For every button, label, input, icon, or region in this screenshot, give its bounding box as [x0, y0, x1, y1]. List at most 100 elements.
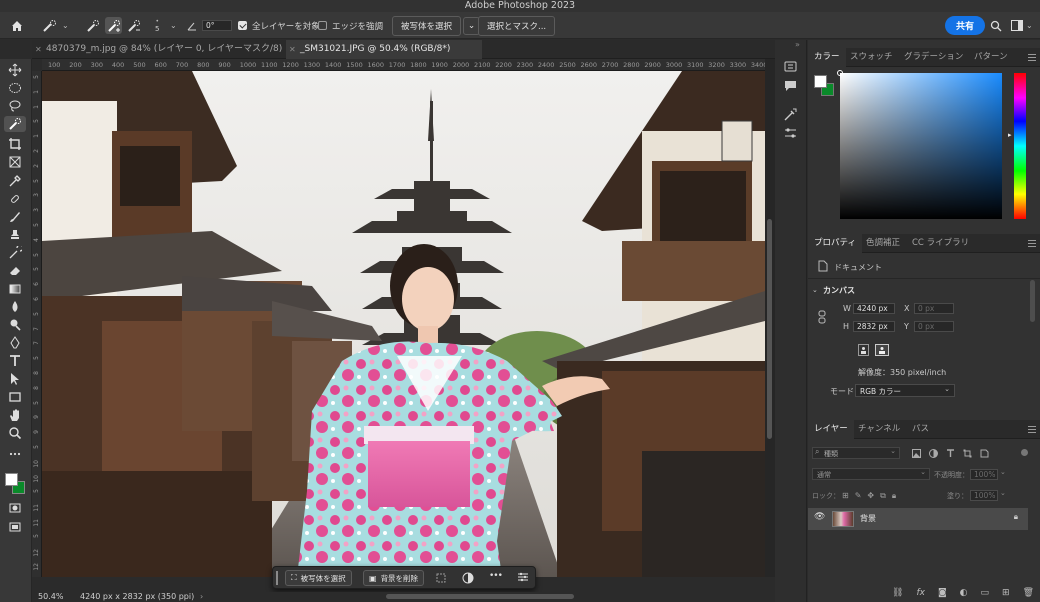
chevron-down-icon[interactable]: ⌄	[1000, 468, 1006, 476]
drag-handle[interactable]	[276, 571, 278, 585]
close-icon[interactable]: ✕	[35, 40, 42, 59]
dodge-tool[interactable]	[4, 317, 26, 333]
workspace-button[interactable]: ⌄	[1011, 12, 1033, 39]
type-filter-icon[interactable]	[946, 449, 955, 458]
eye-icon[interactable]: 👁︎	[814, 512, 825, 522]
tab-channels[interactable]: チャンネル	[858, 420, 900, 439]
type-tool[interactable]	[4, 353, 26, 369]
quick-selection-tool[interactable]	[4, 116, 26, 132]
link-dimensions-icon[interactable]	[818, 310, 826, 327]
color-swatches[interactable]	[4, 472, 28, 496]
ctx-remove-background-button[interactable]: ▣ 背景を削除	[363, 570, 425, 586]
zoom-tool[interactable]	[4, 425, 26, 441]
chevron-down-icon[interactable]: ⌄	[1000, 489, 1006, 497]
clone-stamp-tool[interactable]	[4, 227, 26, 243]
lasso-tool[interactable]	[4, 98, 26, 114]
lock-image-icon[interactable]: ✎	[855, 491, 862, 501]
adjustment-icon[interactable]: ◐	[960, 588, 968, 598]
horizontal-scrollbar-thumb[interactable]	[386, 594, 574, 599]
new-selection-mode[interactable]	[86, 12, 100, 39]
blend-mode-select[interactable]: 通常 ⌄	[812, 468, 930, 480]
brush-size-chevron[interactable]: ⌄	[170, 12, 177, 39]
new-layer-icon[interactable]: ⊞	[1002, 588, 1010, 598]
pen-tool[interactable]	[4, 335, 26, 351]
tab-document-1[interactable]: ✕ 4870379_m.jpg @ 84% (レイヤー 0, レイヤーマスク/8…	[32, 40, 284, 73]
brush-settings-button[interactable]	[784, 108, 797, 124]
lock-all-icon[interactable]: 🔒︎	[892, 491, 896, 501]
ctx-more-button[interactable]: •••	[489, 571, 503, 581]
vertical-scrollbar[interactable]	[765, 59, 775, 577]
brush-size-picker[interactable]: • 5	[155, 12, 159, 39]
angle-input[interactable]: 0°	[202, 20, 232, 31]
enhance-edge-checkbox[interactable]: エッジを強調	[318, 12, 383, 39]
ctx-transform-button[interactable]	[435, 572, 447, 587]
eyedropper-tool[interactable]	[4, 173, 26, 189]
shape-filter-icon[interactable]	[963, 449, 972, 458]
collapse-icon[interactable]: »	[795, 40, 800, 49]
ctx-mask-button[interactable]	[462, 572, 474, 587]
chevron-right-icon[interactable]: ›	[200, 592, 203, 602]
height-input[interactable]: 2832 px	[853, 321, 895, 332]
tab-layers[interactable]: レイヤー	[808, 420, 854, 439]
brush-tool[interactable]	[4, 209, 26, 225]
rectangle-tool[interactable]	[4, 389, 26, 405]
panel-menu-icon[interactable]	[1028, 240, 1036, 247]
foreground-color[interactable]	[5, 473, 18, 486]
ctx-settings-button[interactable]	[517, 571, 529, 586]
x-input[interactable]: 0 px	[914, 303, 954, 314]
frame-tool[interactable]	[4, 154, 26, 170]
healing-brush-tool[interactable]	[4, 191, 26, 207]
layer-filter-select[interactable]: ⌕ 種類 ⌄	[812, 447, 900, 459]
chevron-down-icon[interactable]: ⌄	[812, 286, 818, 294]
fill-input[interactable]: 100%	[970, 490, 998, 501]
scrollbar-thumb[interactable]	[767, 219, 772, 439]
panel-menu-icon[interactable]	[1028, 426, 1036, 433]
history-brush-tool[interactable]	[4, 245, 26, 261]
mask-icon[interactable]: ◙	[938, 588, 947, 598]
panel-menu-icon[interactable]	[1028, 54, 1036, 61]
image-filter-icon[interactable]	[912, 449, 921, 458]
color-fg-bg-swatch[interactable]	[814, 75, 836, 97]
filter-toggle[interactable]	[1021, 449, 1028, 456]
quick-mask-mode[interactable]	[4, 500, 26, 516]
mode-select[interactable]: RGB カラー ⌄	[855, 384, 955, 397]
tab-patterns[interactable]: パターン	[974, 48, 1008, 67]
folder-icon[interactable]: ▭	[981, 588, 990, 598]
eraser-tool[interactable]	[4, 263, 26, 279]
document-canvas[interactable]	[42, 71, 765, 577]
move-tool[interactable]	[4, 62, 26, 78]
comments-panel-button[interactable]	[784, 79, 797, 95]
edit-toolbar[interactable]	[4, 446, 26, 462]
tab-swatches[interactable]: スウォッチ	[850, 48, 893, 67]
landscape-orientation-button[interactable]	[875, 344, 889, 356]
tab-adjustments[interactable]: 色調補正	[866, 234, 900, 253]
tab-cc-libraries[interactable]: CC ライブラリ	[912, 234, 969, 253]
layer-row[interactable]: 👁︎ 背景 🔒︎	[808, 508, 1028, 530]
properties-scrollbar[interactable]	[1030, 280, 1035, 322]
ctx-select-subject-button[interactable]: ⛶ 被写体を選択	[285, 570, 352, 586]
adjustment-filter-icon[interactable]	[929, 449, 938, 458]
lock-transparent-icon[interactable]: ⊞	[842, 491, 849, 501]
screen-mode[interactable]	[4, 519, 26, 535]
gradient-tool[interactable]	[4, 281, 26, 297]
zoom-level[interactable]: 50.4%	[38, 592, 63, 602]
crop-tool[interactable]	[4, 136, 26, 152]
select-subject-button[interactable]: 被写体を選択	[392, 15, 462, 36]
fx-icon[interactable]: fx	[916, 588, 925, 598]
tab-properties[interactable]: プロパティ	[808, 234, 862, 253]
marquee-tool[interactable]	[4, 80, 26, 96]
sample-all-layers-checkbox[interactable]: 全レイヤーを対象	[238, 12, 320, 39]
close-icon[interactable]: ✕	[289, 40, 296, 59]
color-field[interactable]	[837, 70, 1002, 219]
tab-document-2[interactable]: ✕ _SM31021.JPG @ 50.4% (RGB/8*)	[286, 40, 482, 59]
opacity-input[interactable]: 100%	[970, 469, 998, 480]
link-icon[interactable]: ⛓︎	[892, 588, 903, 598]
smart-object-filter-icon[interactable]	[980, 449, 989, 458]
tab-paths[interactable]: パス	[912, 420, 929, 439]
hue-slider[interactable]: ▸	[1008, 73, 1026, 219]
width-input[interactable]: 4240 px	[853, 303, 895, 314]
tab-color[interactable]: カラー	[808, 48, 846, 67]
lock-artboard-icon[interactable]: ⧉	[880, 491, 886, 501]
portrait-orientation-button[interactable]	[858, 344, 869, 356]
trash-icon[interactable]: 🗑︎	[1023, 588, 1034, 598]
